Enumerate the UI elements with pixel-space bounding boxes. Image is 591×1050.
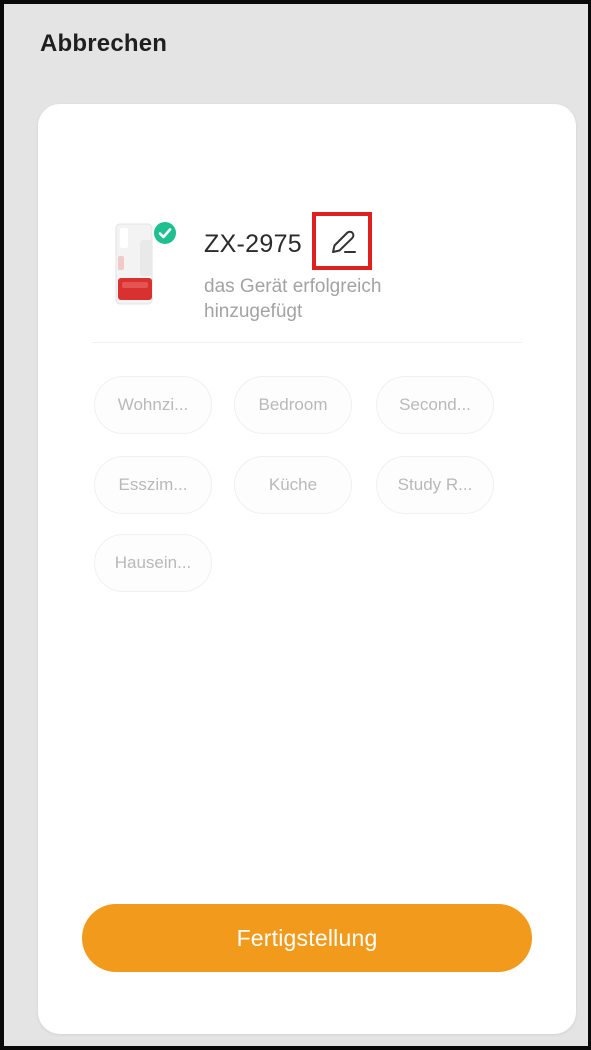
edit-name-button[interactable]: [312, 212, 372, 270]
room-chip-hauseingang[interactable]: Hausein...: [94, 534, 212, 592]
cancel-button[interactable]: Abbrechen: [40, 30, 167, 58]
room-chip-wohnzimmer[interactable]: Wohnzi...: [94, 376, 212, 434]
device-name: ZX-2975: [204, 230, 302, 258]
room-chip-second[interactable]: Second...: [376, 376, 494, 434]
pencil-icon: [332, 230, 356, 253]
room-chip-kueche[interactable]: Küche: [234, 456, 352, 514]
divider: [92, 342, 522, 343]
app-screen: Abbrechen ZX-2975 das Gerät erfolgreich …: [0, 0, 591, 1050]
room-chip-esszimmer[interactable]: Esszim...: [94, 456, 212, 514]
device-added-card: ZX-2975 das Gerät erfolgreich hinzugefüg…: [38, 104, 576, 1034]
check-circle-icon: [152, 220, 178, 246]
room-chip-bedroom[interactable]: Bedroom: [234, 376, 352, 434]
room-chip-study[interactable]: Study R...: [376, 456, 494, 514]
finish-button[interactable]: Fertigstellung: [82, 904, 532, 972]
device-status-text: das Gerät erfolgreich hinzugefügt: [204, 276, 382, 322]
